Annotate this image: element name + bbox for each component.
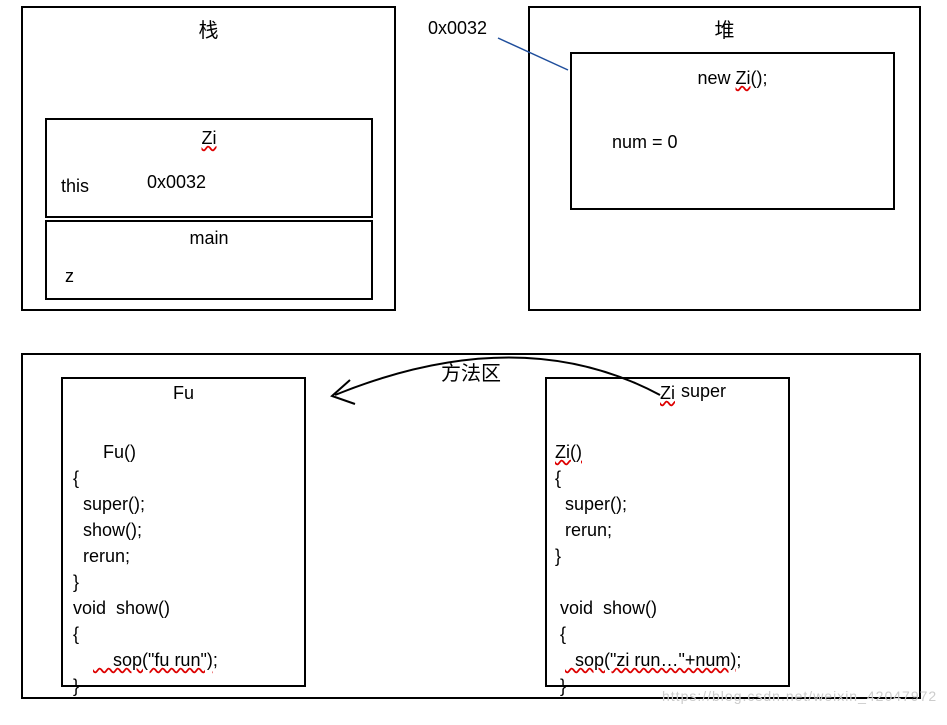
- super-label: super: [681, 381, 726, 402]
- heap-title: 堆: [530, 14, 919, 43]
- stack-frame-main-var: z: [65, 266, 74, 287]
- stack-frame-main-title: main: [47, 228, 371, 249]
- watermark-text: https://blog.csdn.net/weixin_42047972: [662, 688, 937, 704]
- stack-frame-zi-address: 0x0032: [147, 172, 206, 193]
- stack-frame-zi-this: this: [61, 176, 89, 197]
- heap-object-box: new Zi(); num = 0: [570, 52, 895, 210]
- zi-ctor-underline: Zi: [736, 68, 751, 88]
- pointer-address-label: 0x0032: [428, 18, 487, 39]
- stack-title: 栈: [23, 14, 394, 43]
- method-zi-title: Zi: [547, 383, 788, 404]
- method-zi-box: Zi Zi() { super(); rerun; } void show() …: [545, 377, 790, 687]
- method-fu-title: Fu: [63, 383, 304, 404]
- stack-frame-zi: Zi this 0x0032: [45, 118, 373, 218]
- stack-frame-zi-title: Zi: [47, 128, 371, 149]
- zi-id-underline: Zi: [202, 128, 217, 148]
- method-zi-code: Zi() { super(); rerun; } void show() { s…: [555, 413, 741, 725]
- heap-object-field: num = 0: [612, 132, 678, 153]
- heap-panel: 堆 new Zi(); num = 0: [528, 6, 921, 311]
- heap-object-ctor: new Zi();: [572, 68, 893, 89]
- method-fu-code: Fu() { super(); show(); rerun; } void sh…: [73, 413, 218, 725]
- method-area-panel: 方法区 Fu Fu() { super(); show(); rerun; } …: [21, 353, 921, 699]
- zi-method-title-underline: Zi: [660, 383, 675, 403]
- stack-frame-main: main z: [45, 220, 373, 300]
- stack-panel: 栈 Zi this 0x0032 main z: [21, 6, 396, 311]
- method-fu-box: Fu Fu() { super(); show(); rerun; } void…: [61, 377, 306, 687]
